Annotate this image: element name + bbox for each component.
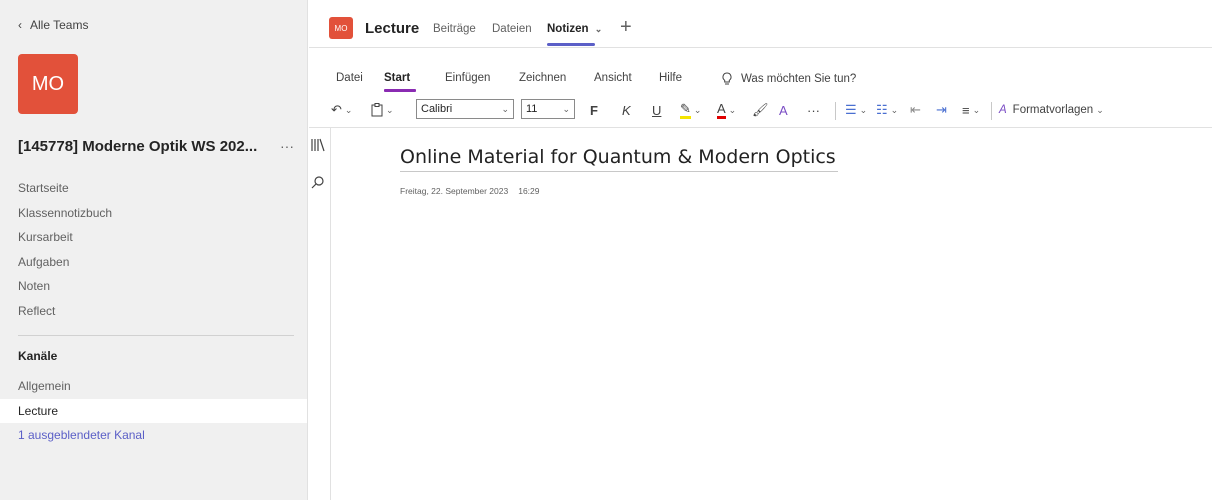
ribbon-tab-hilfe[interactable]: Hilfe (659, 72, 682, 84)
title-underline (400, 171, 838, 172)
chevron-down-icon: ⌄ (344, 104, 353, 115)
ribbon-tab-zeichnen[interactable]: Zeichnen (519, 72, 566, 84)
page-date: Freitag, 22. September 2023 (400, 186, 509, 196)
increase-indent-icon[interactable]: ⇥ (936, 100, 947, 120)
ribbon-tab-ansicht[interactable]: Ansicht (594, 72, 632, 84)
numbered-list-button[interactable]: ☷ ⌄ (876, 100, 898, 120)
font-color-button[interactable]: A ⌄ (717, 100, 736, 120)
chevron-down-icon: ⌄ (386, 104, 394, 115)
back-label: Alle Teams (30, 18, 89, 32)
team-name: [145778] Moderne Optik WS 202... (18, 138, 258, 155)
nav-item-aufgaben[interactable]: Aufgaben (0, 250, 307, 275)
toolbar-separator (991, 102, 992, 120)
nav-item-startseite[interactable]: Startseite (0, 176, 307, 201)
chevron-down-icon: ⌄ (562, 104, 570, 114)
sidebar-divider (18, 335, 294, 336)
chevron-down-icon: ⌄ (972, 104, 981, 115)
highlight-button[interactable]: ✎ ⌄ (680, 100, 701, 120)
active-tab-indicator (547, 43, 595, 46)
tab-notizen-label: Notizen (547, 23, 589, 35)
clear-formatting-icon[interactable]: A (779, 100, 788, 120)
ribbon-tab-bar: Datei Start Einfügen Zeichnen Ansicht Hi… (309, 48, 1212, 94)
bullet-list-icon: ☰ (845, 102, 857, 117)
back-to-teams-link[interactable]: ‹ Alle Teams (18, 18, 88, 32)
bullet-list-button[interactable]: ☰ ⌄ (845, 100, 867, 120)
undo-icon: ↶ (331, 102, 342, 117)
ribbon-tab-einfuegen[interactable]: Einfügen (445, 72, 490, 84)
channel-header: MO Lecture Beiträge Dateien Notizen ⌄ + (309, 0, 1212, 48)
font-color-icon: A (717, 101, 726, 119)
bold-button[interactable]: F (590, 100, 598, 120)
channels-heading: Kanäle (18, 349, 58, 363)
tab-beitraege[interactable]: Beiträge (433, 23, 476, 35)
italic-button[interactable]: K (622, 100, 631, 120)
channel-allgemein[interactable]: Allgemein (0, 374, 307, 399)
decrease-indent-icon[interactable]: ⇤ (910, 100, 921, 120)
more-options-icon[interactable]: ··· (280, 138, 294, 154)
font-family-select[interactable]: Calibri ⌄ (416, 99, 514, 119)
chevron-left-icon: ‹ (18, 18, 22, 32)
active-ribbon-indicator (384, 89, 416, 92)
chevron-down-icon: ⌄ (594, 24, 603, 34)
align-button[interactable]: ≡ ⌄ (962, 100, 980, 120)
numbered-list-icon: ☷ (876, 102, 888, 117)
underline-button[interactable]: U (652, 100, 661, 120)
tab-dateien[interactable]: Dateien (492, 23, 532, 35)
page-timestamp: Freitag, 22. September 2023 16:29 (400, 186, 540, 196)
channel-avatar: MO (329, 17, 353, 39)
nav-item-klassennotizbuch[interactable]: Klassennotizbuch (0, 201, 307, 226)
notebook-rail (309, 128, 331, 500)
hidden-channels-link[interactable]: 1 ausgeblendeter Kanal (0, 423, 307, 448)
nav-item-reflect[interactable]: Reflect (0, 299, 307, 324)
paste-button[interactable]: ⌄ (371, 100, 394, 120)
search-icon[interactable] (311, 175, 325, 194)
font-size-value: 11 (526, 103, 538, 115)
page-title[interactable]: Online Material for Quantum & Modern Opt… (400, 146, 836, 168)
channel-name: Lecture (365, 20, 420, 37)
tab-notizen[interactable]: Notizen ⌄ (547, 23, 602, 35)
chevron-down-icon: ⌄ (693, 104, 702, 115)
align-icon: ≡ (962, 102, 970, 118)
lightbulb-icon (722, 72, 732, 85)
highlighter-icon: ✎ (680, 101, 691, 119)
clipboard-icon (371, 103, 383, 117)
styles-button[interactable]: A Formatvorlagen ⌄ (999, 100, 1104, 120)
nav-item-kursarbeit[interactable]: Kursarbeit (0, 225, 307, 250)
channel-list: Allgemein Lecture 1 ausgeblendeter Kanal (0, 374, 307, 448)
font-size-select[interactable]: 11 ⌄ (521, 99, 575, 119)
toolbar-separator (835, 102, 836, 120)
ribbon-tab-start[interactable]: Start (384, 72, 410, 84)
font-family-value: Calibri (421, 103, 453, 115)
styles-icon: A (999, 104, 1007, 116)
chevron-down-icon: ⌄ (1096, 104, 1104, 115)
page-time: 16:29 (518, 186, 540, 196)
nav-item-noten[interactable]: Noten (0, 274, 307, 299)
undo-button[interactable]: ↶ ⌄ (331, 100, 352, 120)
chevron-down-icon: ⌄ (728, 104, 737, 115)
team-nav: Startseite Klassennotizbuch Kursarbeit A… (0, 176, 307, 323)
ribbon-tab-datei[interactable]: Datei (336, 72, 363, 84)
add-tab-icon[interactable]: + (620, 16, 632, 39)
channel-lecture[interactable]: Lecture (0, 398, 307, 423)
formatting-toolbar: ↶ ⌄ ⌄ Calibri ⌄ 11 ⌄ F K U ✎ ⌄ A ⌄ 🖌 A ··· … (309, 94, 1212, 128)
team-avatar[interactable]: MO (18, 54, 78, 114)
chevron-down-icon: ⌄ (501, 104, 509, 114)
styles-label: Formatvorlagen (1012, 104, 1094, 116)
more-formatting-button[interactable]: ··· (807, 100, 820, 120)
tell-me-search[interactable]: Was möchten Sie tun? (721, 72, 856, 86)
team-sidebar: ‹ Alle Teams MO [145778] Moderne Optik W… (0, 0, 308, 500)
chevron-down-icon: ⌄ (890, 104, 899, 115)
tell-me-label: Was möchten Sie tun? (741, 73, 857, 85)
chevron-down-icon: ⌄ (859, 104, 868, 115)
notebooks-icon[interactable] (310, 138, 326, 157)
format-painter-icon[interactable]: 🖌 (752, 100, 769, 120)
